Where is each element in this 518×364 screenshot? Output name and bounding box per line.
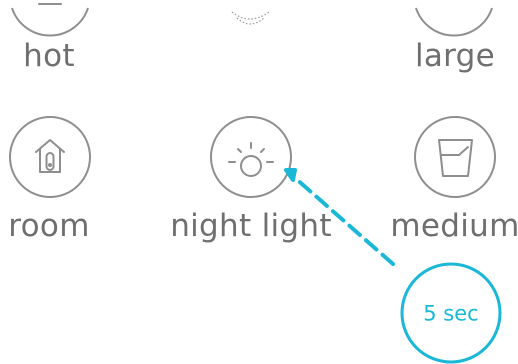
timer-label: 5 sec — [423, 301, 479, 326]
sun-icon — [228, 142, 274, 177]
top-left-option-button[interactable] — [11, 3, 89, 37]
top-right-option-button[interactable] — [415, 7, 493, 37]
top-center-dimmed-sun-icon — [231, 11, 270, 25]
medium-option-circle — [414, 116, 496, 198]
room-option-circle — [9, 116, 91, 198]
medium-option-button[interactable] — [414, 116, 496, 198]
cup-icon — [438, 139, 473, 177]
top-left-option-circle — [11, 7, 89, 37]
room-option-button[interactable] — [9, 116, 91, 198]
medium-label: medium — [390, 208, 518, 244]
hot-label: hot — [23, 38, 75, 74]
top-right-option-circle — [415, 7, 493, 37]
night-light-option-button[interactable] — [210, 116, 292, 198]
room-label: room — [8, 208, 90, 244]
night-light-label: night light — [170, 208, 332, 244]
house-thermometer-icon — [35, 139, 65, 173]
large-label: large — [414, 38, 496, 74]
